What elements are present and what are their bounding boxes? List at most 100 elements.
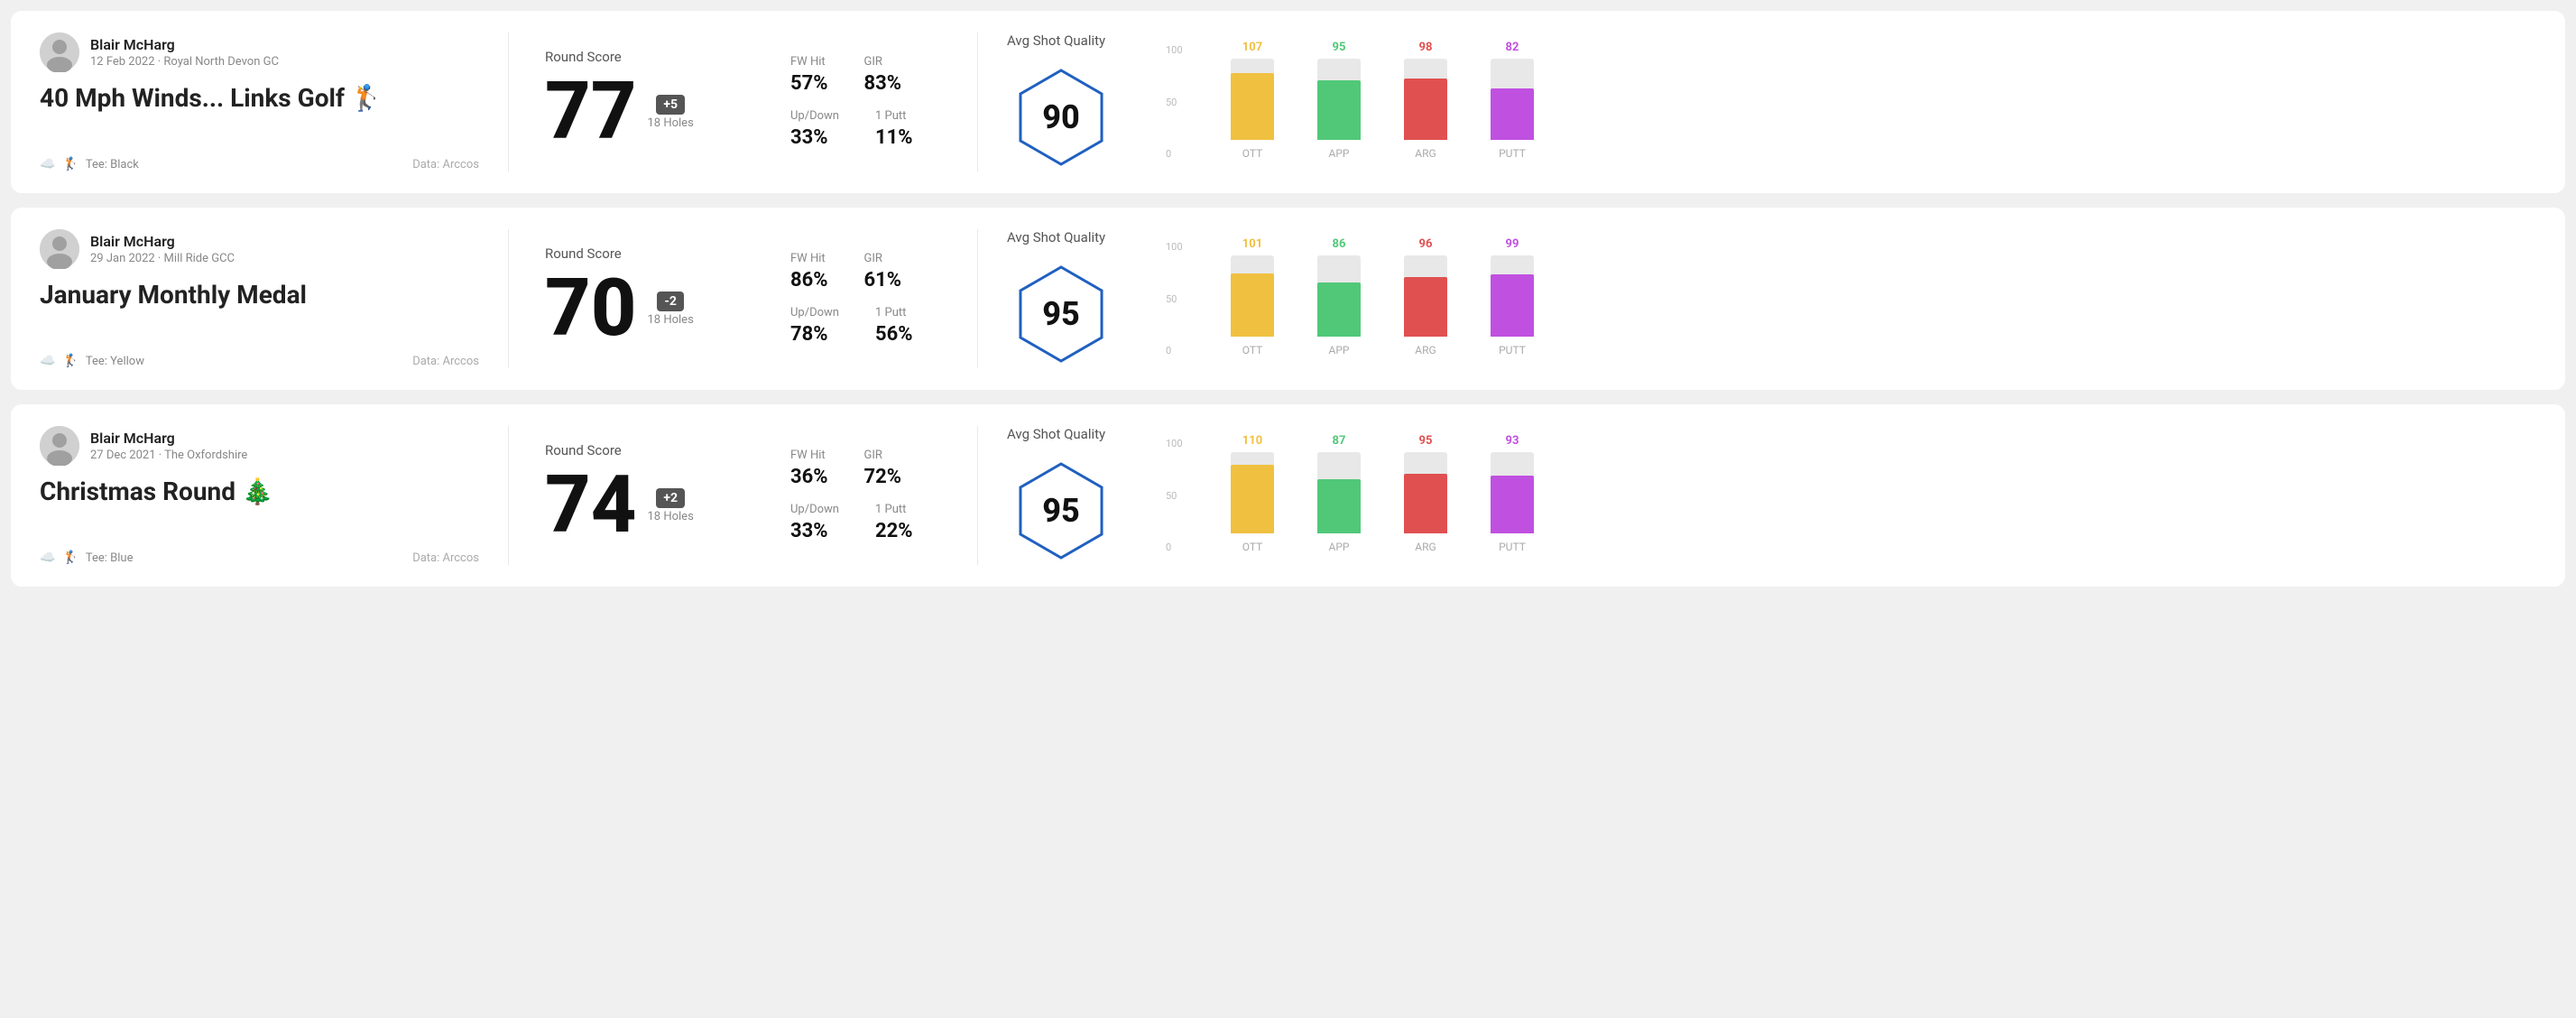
player-info: Blair McHarg 12 Feb 2022 · Royal North D… — [40, 32, 479, 72]
fw-hit-label: FW Hit — [790, 55, 828, 69]
stat-gir: GIR 83% — [864, 55, 902, 95]
axis-label: OTT — [1231, 541, 1274, 553]
stats-row-bottom: Up/Down 78% 1 Putt 56% — [790, 306, 948, 346]
axis-label: PUTT — [1491, 344, 1534, 356]
player-details: Blair McHarg 29 Jan 2022 · Mill Ride GCC — [90, 233, 235, 265]
gir-label: GIR — [864, 55, 902, 69]
fw-hit-label: FW Hit — [790, 252, 828, 265]
avatar — [40, 426, 79, 466]
stat-updown: Up/Down 33% — [790, 503, 839, 542]
y-label-100: 100 — [1166, 44, 1183, 56]
round-card: Blair McHarg 12 Feb 2022 · Royal North D… — [11, 11, 2565, 193]
fw-hit-value: 57% — [790, 72, 828, 95]
bar-axis-labels: OTTAPPARGPUTT — [1231, 344, 1534, 356]
bar-background — [1404, 452, 1447, 533]
card-left: Blair McHarg 12 Feb 2022 · Royal North D… — [40, 32, 509, 171]
stat-fw-hit: FW Hit 57% — [790, 55, 828, 95]
stats-row-top: FW Hit 86% GIR 61% — [790, 252, 948, 292]
gir-value: 83% — [864, 72, 902, 95]
card-footer: ☁️ 🏌️ Tee: Yellow Data: Arccos — [40, 354, 479, 368]
bar-value: 95 — [1419, 434, 1433, 448]
bar-value: 96 — [1419, 237, 1433, 251]
card-score: Round Score 74 +2 18 Holes — [509, 426, 762, 565]
tee-info: ☁️ 🏌️ Tee: Blue — [40, 551, 133, 565]
bar-value: 107 — [1242, 41, 1262, 54]
stat-fw-hit: FW Hit 86% — [790, 252, 828, 292]
hexagon-container: 95 — [1007, 457, 1115, 565]
bars-area: 107 95 98 82 — [1231, 44, 1534, 143]
quality-left: Avg Shot Quality 90 — [1007, 32, 1169, 171]
bar-background — [1317, 59, 1361, 140]
stats-row-bottom: Up/Down 33% 1 Putt 22% — [790, 503, 948, 542]
updown-value: 78% — [790, 323, 839, 346]
quality-left: Avg Shot Quality 95 — [1007, 426, 1169, 565]
avg-shot-quality-label: Avg Shot Quality — [1007, 32, 1105, 49]
bag-icon: 🏌️ — [62, 354, 78, 368]
avg-shot-quality-label: Avg Shot Quality — [1007, 426, 1105, 442]
axis-label: APP — [1317, 147, 1361, 160]
y-label-0: 0 — [1166, 148, 1183, 160]
card-stats: FW Hit 57% GIR 83% Up/Down 33% 1 Putt — [762, 32, 978, 171]
stats-row-bottom: Up/Down 33% 1 Putt 11% — [790, 109, 948, 149]
hexagon-container: 95 — [1007, 260, 1115, 368]
tee-label: Tee: Blue — [86, 551, 134, 565]
data-source: Data: Arccos — [412, 355, 479, 368]
card-footer: ☁️ 🏌️ Tee: Blue Data: Arccos — [40, 551, 479, 565]
oneputt-value: 11% — [875, 126, 913, 149]
stat-oneputt: 1 Putt 11% — [875, 109, 913, 149]
y-label-50: 50 — [1166, 293, 1183, 305]
oneputt-label: 1 Putt — [875, 109, 913, 123]
hex-score: 95 — [1042, 492, 1080, 530]
round-score-label: Round Score — [545, 49, 725, 65]
bar-background — [1404, 255, 1447, 337]
stat-oneputt: 1 Putt 56% — [875, 306, 913, 346]
player-info: Blair McHarg 27 Dec 2021 · The Oxfordshi… — [40, 426, 479, 466]
round-card: Blair McHarg 27 Dec 2021 · The Oxfordshi… — [11, 404, 2565, 587]
oneputt-value: 22% — [875, 520, 913, 542]
player-date-course: 29 Jan 2022 · Mill Ride GCC — [90, 252, 235, 265]
data-source: Data: Arccos — [412, 158, 479, 171]
stat-fw-hit: FW Hit 36% — [790, 449, 828, 488]
stat-updown: Up/Down 33% — [790, 109, 839, 149]
bar-group: 107 — [1231, 59, 1274, 140]
bar-group: 98 — [1404, 59, 1447, 140]
y-axis: 100 50 0 — [1166, 44, 1183, 160]
bar-value: 99 — [1506, 237, 1519, 251]
axis-label: OTT — [1231, 344, 1274, 356]
card-left: Blair McHarg 27 Dec 2021 · The Oxfordshi… — [40, 426, 509, 565]
tee-label: Tee: Black — [86, 158, 139, 171]
y-axis: 100 50 0 — [1166, 241, 1183, 356]
gir-label: GIR — [864, 252, 902, 265]
bag-icon: 🏌️ — [62, 157, 78, 171]
y-label-50: 50 — [1166, 97, 1183, 108]
bar-group: 95 — [1317, 59, 1361, 140]
bar-background — [1491, 255, 1534, 337]
bar-background — [1491, 452, 1534, 533]
axis-label: OTT — [1231, 147, 1274, 160]
bar-value: 82 — [1506, 41, 1519, 54]
score-diff: +5 — [656, 95, 685, 115]
bar-background — [1317, 452, 1361, 533]
y-label-100: 100 — [1166, 438, 1183, 449]
bar-group: 95 — [1404, 452, 1447, 533]
updown-value: 33% — [790, 520, 839, 542]
score-number: 77 — [545, 72, 637, 152]
bar-group: 110 — [1231, 452, 1274, 533]
bar-value: 101 — [1242, 237, 1262, 251]
bar-background — [1404, 59, 1447, 140]
bar-group: 93 — [1491, 452, 1534, 533]
bar-background — [1231, 59, 1274, 140]
axis-label: PUTT — [1491, 147, 1534, 160]
score-holes: 18 Holes — [648, 116, 694, 130]
bag-icon: 🏌️ — [62, 551, 78, 565]
avatar — [40, 32, 79, 72]
bar-background — [1317, 255, 1361, 337]
bars-area: 101 86 96 99 — [1231, 241, 1534, 340]
bar-chart: 100 50 0 107 95 98 — [1198, 44, 1534, 160]
round-score-label: Round Score — [545, 245, 725, 262]
score-main: 77 +5 18 Holes — [545, 72, 725, 152]
round-score-label: Round Score — [545, 442, 725, 458]
bar-value: 95 — [1333, 41, 1346, 54]
bar-background — [1231, 452, 1274, 533]
y-axis: 100 50 0 — [1166, 438, 1183, 553]
